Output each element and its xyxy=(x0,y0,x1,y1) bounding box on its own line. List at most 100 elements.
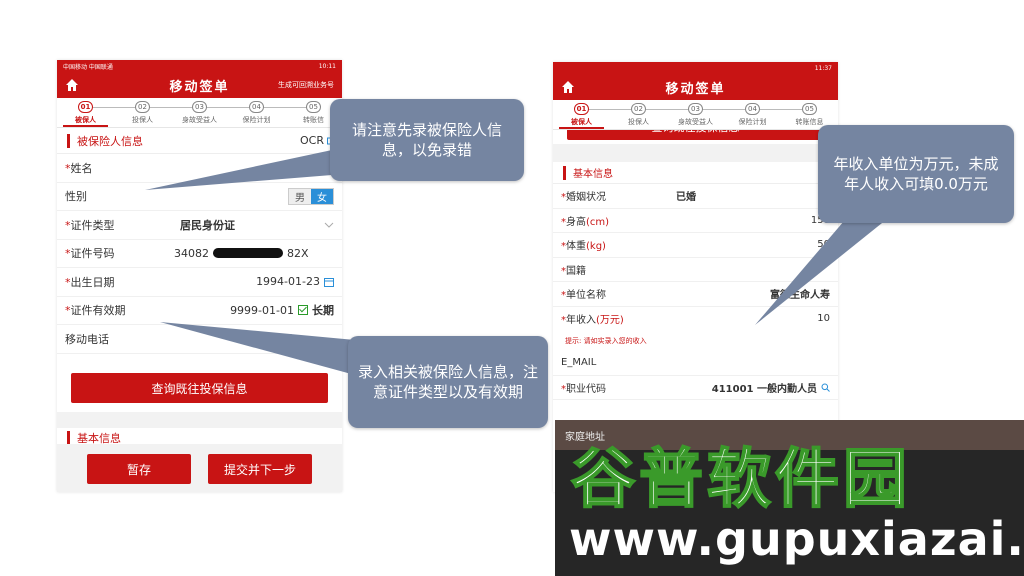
chevron-down-icon xyxy=(324,222,334,228)
step-insured[interactable]: 01 被保人 xyxy=(553,100,610,129)
field-label: 单位名称 xyxy=(566,290,606,302)
mobile-phone-field[interactable]: 移动电话 1302 xyxy=(57,325,342,354)
annual-income-field[interactable]: *年收入(万元) 10 xyxy=(553,306,838,331)
step-number: 05 xyxy=(802,102,817,115)
watermark-logo: 家庭地址 谷普软件园 www.gupuxiazai.com xyxy=(555,420,1024,576)
field-label: 婚姻状况 xyxy=(566,192,606,204)
birth-date-field[interactable]: *出生日期 1994-01-23 xyxy=(57,268,342,297)
step-policyholder[interactable]: 02 投保人 xyxy=(610,100,667,129)
step-plan[interactable]: 04 保险计划 xyxy=(228,98,285,127)
step-number: 03 xyxy=(688,102,703,115)
step-number: 03 xyxy=(192,100,207,113)
step-plan[interactable]: 04 保险计划 xyxy=(724,100,781,129)
email-field[interactable]: E_MAIL xyxy=(553,351,838,376)
search-icon[interactable] xyxy=(821,383,830,392)
job-code-field[interactable]: *职业代码 411001 一般内勤人员 xyxy=(553,375,838,400)
field-label: 年收入 xyxy=(566,315,596,327)
step-number: 01 xyxy=(78,100,93,113)
weight-field[interactable]: *体重(kg) 50 xyxy=(553,233,838,258)
callout-id-validity: 录入相关被保险人信息，注意证件类型以及有效期 xyxy=(348,336,548,428)
query-history-button[interactable]: 查询既往投保信息 xyxy=(71,373,328,403)
step-number: 02 xyxy=(135,100,150,113)
id-validity-value: 9999-01-01 长期 xyxy=(230,302,334,318)
mobile-phone-value: 1302 xyxy=(266,332,294,346)
long-term-label: 长期 xyxy=(312,304,334,318)
name-field[interactable]: *姓名 韶蝉 xyxy=(57,154,342,183)
status-bar: 中国移动 中国联通 10:11 xyxy=(57,60,342,72)
marital-status-value: 已婚 xyxy=(676,192,696,204)
gender-male-option[interactable]: 男 xyxy=(289,188,311,204)
calendar-icon[interactable] xyxy=(324,277,334,287)
gender-toggle[interactable]: 男女 xyxy=(288,187,334,205)
step-label: 转账信息 xyxy=(795,117,824,126)
employer-value: 富德生命人寿 xyxy=(770,290,830,302)
status-bar: 11:37 xyxy=(553,62,838,74)
step-beneficiary[interactable]: 03 身故受益人 xyxy=(171,98,228,127)
phone-screen-left: 中国移动 中国联通 10:11 移动签单 生成可回溯业务号 01 被保人 02 投保… xyxy=(57,60,342,492)
unit-label: (cm) xyxy=(586,216,610,228)
income-hint: 提示: 请如实录入您的收入 xyxy=(553,331,838,351)
step-label: 转账信 xyxy=(303,115,324,124)
clock-text: 10:11 xyxy=(318,62,336,70)
home-icon[interactable] xyxy=(65,78,79,92)
field-label: 身高 xyxy=(566,216,586,228)
gender-female-option[interactable]: 女 xyxy=(311,188,333,204)
query-history-button[interactable]: 查询既往投保信息 xyxy=(567,130,824,140)
field-label: 移动电话 xyxy=(65,332,109,346)
divider xyxy=(57,412,342,428)
save-draft-button[interactable]: 暂存 xyxy=(87,454,191,484)
id-type-value: 居民身份证 xyxy=(180,218,235,232)
marital-status-field[interactable]: *婚姻状况 已婚 xyxy=(553,184,838,209)
section-basic-info: 基本信息 xyxy=(553,162,838,184)
section-title: 基本信息 xyxy=(573,169,613,180)
step-number: 04 xyxy=(249,100,264,113)
step-label: 保险计划 xyxy=(738,117,767,126)
nationality-field[interactable]: *国籍 xyxy=(553,257,838,282)
home-icon[interactable] xyxy=(561,80,575,94)
step-policyholder[interactable]: 02 投保人 xyxy=(114,98,171,127)
step-label: 身故受益人 xyxy=(182,115,217,124)
unit-label: (万元) xyxy=(596,315,624,327)
weight-value: 50 xyxy=(817,239,830,251)
field-label: 姓名 xyxy=(70,161,93,175)
page-title: 移动签单 xyxy=(665,81,726,97)
birth-date-value: 1994-01-23 xyxy=(256,275,334,288)
employer-field[interactable]: *单位名称 富德生命人寿 xyxy=(553,282,838,307)
watermark-cn-text: 谷普软件园 xyxy=(570,442,911,518)
field-label: E_MAIL xyxy=(561,357,597,369)
step-insured[interactable]: 01 被保人 xyxy=(57,98,114,127)
step-label: 投保人 xyxy=(132,115,153,124)
page-title: 移动签单 xyxy=(169,79,230,95)
clock-text: 11:37 xyxy=(814,64,832,72)
id-number-field[interactable]: *证件号码 34082 82X xyxy=(57,239,342,268)
step-number: 01 xyxy=(574,102,589,115)
callout-income-unit: 年收入单位为万元，未成年人收入可填0.0万元 xyxy=(818,125,1014,223)
step-number: 02 xyxy=(631,102,646,115)
id-type-field[interactable]: *证件类型 居民身份证 xyxy=(57,211,342,240)
step-number: 04 xyxy=(745,102,760,115)
title-bar: 移动签单 生成可回溯业务号 xyxy=(57,72,342,98)
ocr-label: OCR xyxy=(300,134,324,147)
id-number-suffix: 82X xyxy=(287,246,309,260)
height-field[interactable]: *身高(cm)158 xyxy=(553,208,838,233)
field-label: 证件号码 xyxy=(70,247,115,261)
step-label: 投保人 xyxy=(628,117,649,126)
callout-insured-first: 请注意先录被保险人信息，以免录错 xyxy=(330,99,524,181)
step-tabs: 01 被保人 02 投保人 03 身故受益人 04 保险计划 05 转账信息 xyxy=(553,100,838,130)
field-label: 证件类型 xyxy=(70,218,115,232)
annual-income-value: 10 xyxy=(817,313,830,325)
title-bar: 移动签单 xyxy=(553,74,838,100)
generate-traceable-link[interactable]: 生成可回溯业务号 xyxy=(278,80,334,90)
submit-next-button[interactable]: 提交并下一步 xyxy=(208,454,312,484)
id-number-value: 34082 82X xyxy=(174,247,309,260)
job-code-text: 411001 一般内勤人员 xyxy=(711,383,817,395)
watermark-url-text: www.gupuxiazai.com xyxy=(569,512,1024,566)
step-beneficiary[interactable]: 03 身故受益人 xyxy=(667,100,724,129)
long-term-checkbox[interactable] xyxy=(298,305,308,316)
field-label: 职业代码 xyxy=(566,383,606,395)
carrier-text: 中国移动 中国联通 xyxy=(63,63,113,71)
validity-date: 9999-01-01 xyxy=(230,303,294,317)
id-validity-field[interactable]: *证件有效期 9999-01-01 长期 xyxy=(57,296,342,325)
step-tabs: 01 被保人 02 投保人 03 身故受益人 04 保险计划 05 转账信 xyxy=(57,98,342,128)
gender-field: 性别 男女 xyxy=(57,182,342,211)
